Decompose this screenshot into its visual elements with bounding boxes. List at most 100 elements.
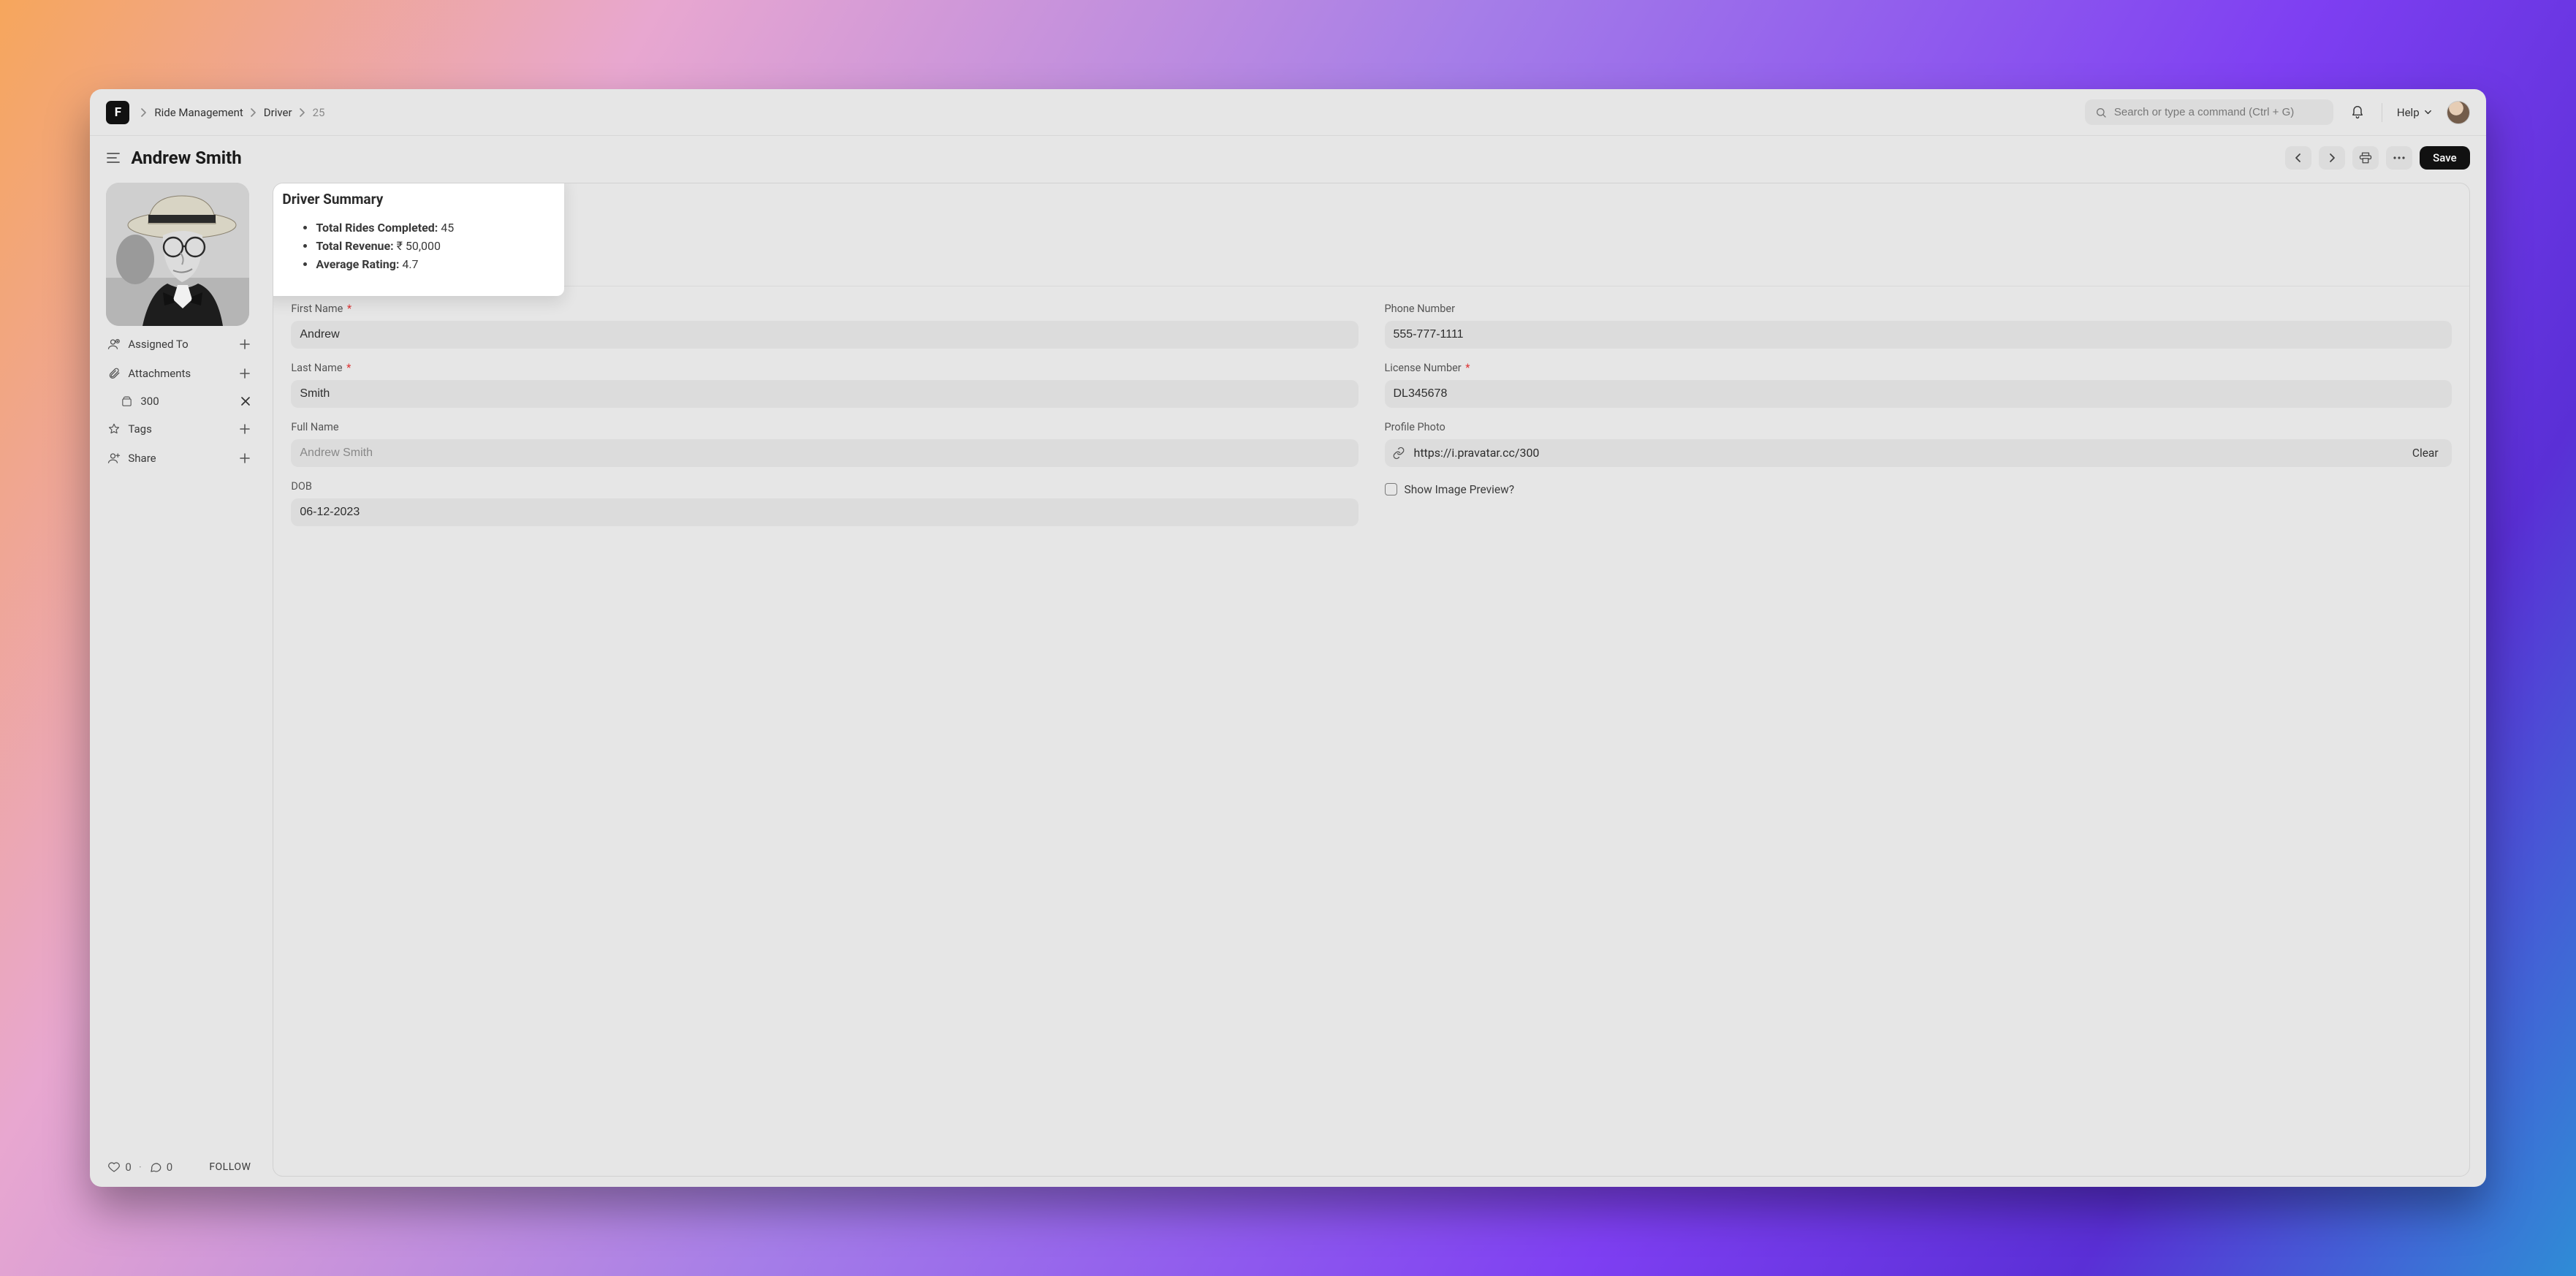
page-body: Assigned To Attachments 300 <box>90 180 2485 1187</box>
help-dropdown[interactable]: Help <box>2394 102 2435 124</box>
share-icon <box>107 452 121 465</box>
plus-icon <box>239 368 251 379</box>
tags-add[interactable] <box>239 423 251 435</box>
chevron-right-icon <box>251 108 257 117</box>
follow-button[interactable]: FOLLOW <box>209 1161 251 1173</box>
summary-total-revenue: Total Revenue: ₹ 50,000 <box>316 238 545 256</box>
summary-title: Driver Summary <box>282 191 545 208</box>
last-name-label: Last Name * <box>291 362 1358 374</box>
profile-photo-link-row: https://i.pravatar.cc/300 Clear <box>1385 439 2452 467</box>
attachment-name: 300 <box>140 395 159 408</box>
first-name-input[interactable] <box>291 321 1358 349</box>
profile-photo-field: Profile Photo https://i.pravatar.cc/300 … <box>1385 421 2452 467</box>
last-name-field: Last Name * <box>291 362 1358 408</box>
comments-button[interactable]: 0 <box>149 1161 172 1174</box>
attachment-item[interactable]: 300 <box>106 392 252 411</box>
full-name-label: Full Name <box>291 421 1358 433</box>
user-avatar[interactable] <box>2447 101 2470 124</box>
next-button[interactable] <box>2319 146 2345 170</box>
page-title: Andrew Smith <box>131 148 241 168</box>
user-assign-icon <box>107 338 121 351</box>
assigned-to-label: Assigned To <box>128 338 232 351</box>
attachments-row: Attachments <box>106 362 252 384</box>
chevron-right-icon <box>300 108 305 117</box>
license-field: License Number * <box>1385 362 2452 408</box>
form-right-column: Phone Number License Number * Profile Ph… <box>1385 303 2452 526</box>
form-left-column: First Name * Last Name * Full Name DOB <box>291 303 1358 526</box>
form-area: First Name * Last Name * Full Name DOB <box>273 286 2469 545</box>
dob-label: DOB <box>291 480 1358 493</box>
dob-input[interactable] <box>291 498 1358 526</box>
phone-input[interactable] <box>1385 321 2452 349</box>
first-name-label: First Name * <box>291 303 1358 315</box>
sidebar-footer: 0 · 0 FOLLOW <box>106 1158 252 1177</box>
chevron-down-icon <box>2424 108 2432 116</box>
attachments-label: Attachments <box>128 367 232 380</box>
first-name-field: First Name * <box>291 303 1358 349</box>
search-box[interactable] <box>2085 99 2333 125</box>
ellipsis-icon <box>2393 156 2406 160</box>
full-name-field: Full Name <box>291 421 1358 467</box>
save-button[interactable]: Save <box>2420 146 2469 170</box>
search-input[interactable] <box>2114 106 2323 118</box>
comments-count: 0 <box>167 1161 172 1174</box>
chevron-left-icon <box>2295 153 2302 163</box>
breadcrumb: Ride Management Driver 25 <box>141 106 324 119</box>
print-button[interactable] <box>2352 146 2379 170</box>
share-row: Share <box>106 447 252 469</box>
likes-button[interactable]: 0 <box>107 1161 131 1174</box>
plus-icon <box>239 338 251 350</box>
help-label: Help <box>2397 106 2420 119</box>
search-icon <box>2095 107 2107 118</box>
prev-button[interactable] <box>2285 146 2311 170</box>
bell-icon <box>2350 105 2365 120</box>
summary-average-rating: Average Rating: 4.7 <box>316 256 545 274</box>
tags-row: Tags <box>106 418 252 440</box>
profile-photo-label: Profile Photo <box>1385 421 2452 433</box>
profile-photo-url[interactable]: https://i.pravatar.cc/300 <box>1414 446 2398 460</box>
full-name-input <box>291 439 1358 467</box>
attachment-remove[interactable] <box>240 396 251 406</box>
profile-photo-clear[interactable]: Clear <box>2406 445 2444 461</box>
dob-field: DOB <box>291 480 1358 526</box>
sidebar-toggle[interactable] <box>106 151 121 164</box>
chevron-right-icon <box>141 108 147 117</box>
file-icon <box>121 395 133 408</box>
record-sidebar: Assigned To Attachments 300 <box>106 183 252 1177</box>
app-window: F Ride Management Driver 25 <box>90 89 2485 1187</box>
license-label: License Number * <box>1385 362 2452 374</box>
app-logo[interactable]: F <box>106 101 129 124</box>
breadcrumb-driver[interactable]: Driver <box>264 106 292 119</box>
notifications-button[interactable] <box>2345 100 2370 125</box>
plus-icon <box>239 452 251 464</box>
heart-icon <box>107 1161 121 1174</box>
paperclip-icon <box>107 367 121 380</box>
main-panel: Driver Summary Total Rides Completed: 45… <box>273 183 2469 1177</box>
show-preview-label: Show Image Preview? <box>1405 483 1515 496</box>
attachments-add[interactable] <box>239 368 251 379</box>
last-name-input[interactable] <box>291 380 1358 408</box>
assigned-to-row: Assigned To <box>106 333 252 355</box>
license-input[interactable] <box>1385 380 2452 408</box>
more-button[interactable] <box>2386 146 2412 170</box>
phone-field: Phone Number <box>1385 303 2452 349</box>
link-icon <box>1392 447 1405 460</box>
page-actions: Save <box>2285 146 2469 170</box>
profile-photo[interactable] <box>106 183 249 326</box>
breadcrumb-ride-management[interactable]: Ride Management <box>154 106 243 119</box>
share-add[interactable] <box>239 452 251 464</box>
profile-photo-image <box>106 183 249 326</box>
page-header: Andrew Smith Save <box>90 136 2485 180</box>
show-preview-checkbox[interactable] <box>1385 483 1397 495</box>
share-label: Share <box>128 452 232 465</box>
breadcrumb-id: 25 <box>313 106 325 119</box>
tags-label: Tags <box>128 422 232 436</box>
likes-count: 0 <box>125 1161 131 1174</box>
menu-icon <box>106 151 121 164</box>
comment-icon <box>149 1161 162 1174</box>
plus-icon <box>239 423 251 435</box>
assigned-to-add[interactable] <box>239 338 251 350</box>
chevron-right-icon <box>2328 153 2336 163</box>
driver-summary-card: Driver Summary Total Rides Completed: 45… <box>273 183 564 295</box>
separator-dot: · <box>139 1161 142 1174</box>
